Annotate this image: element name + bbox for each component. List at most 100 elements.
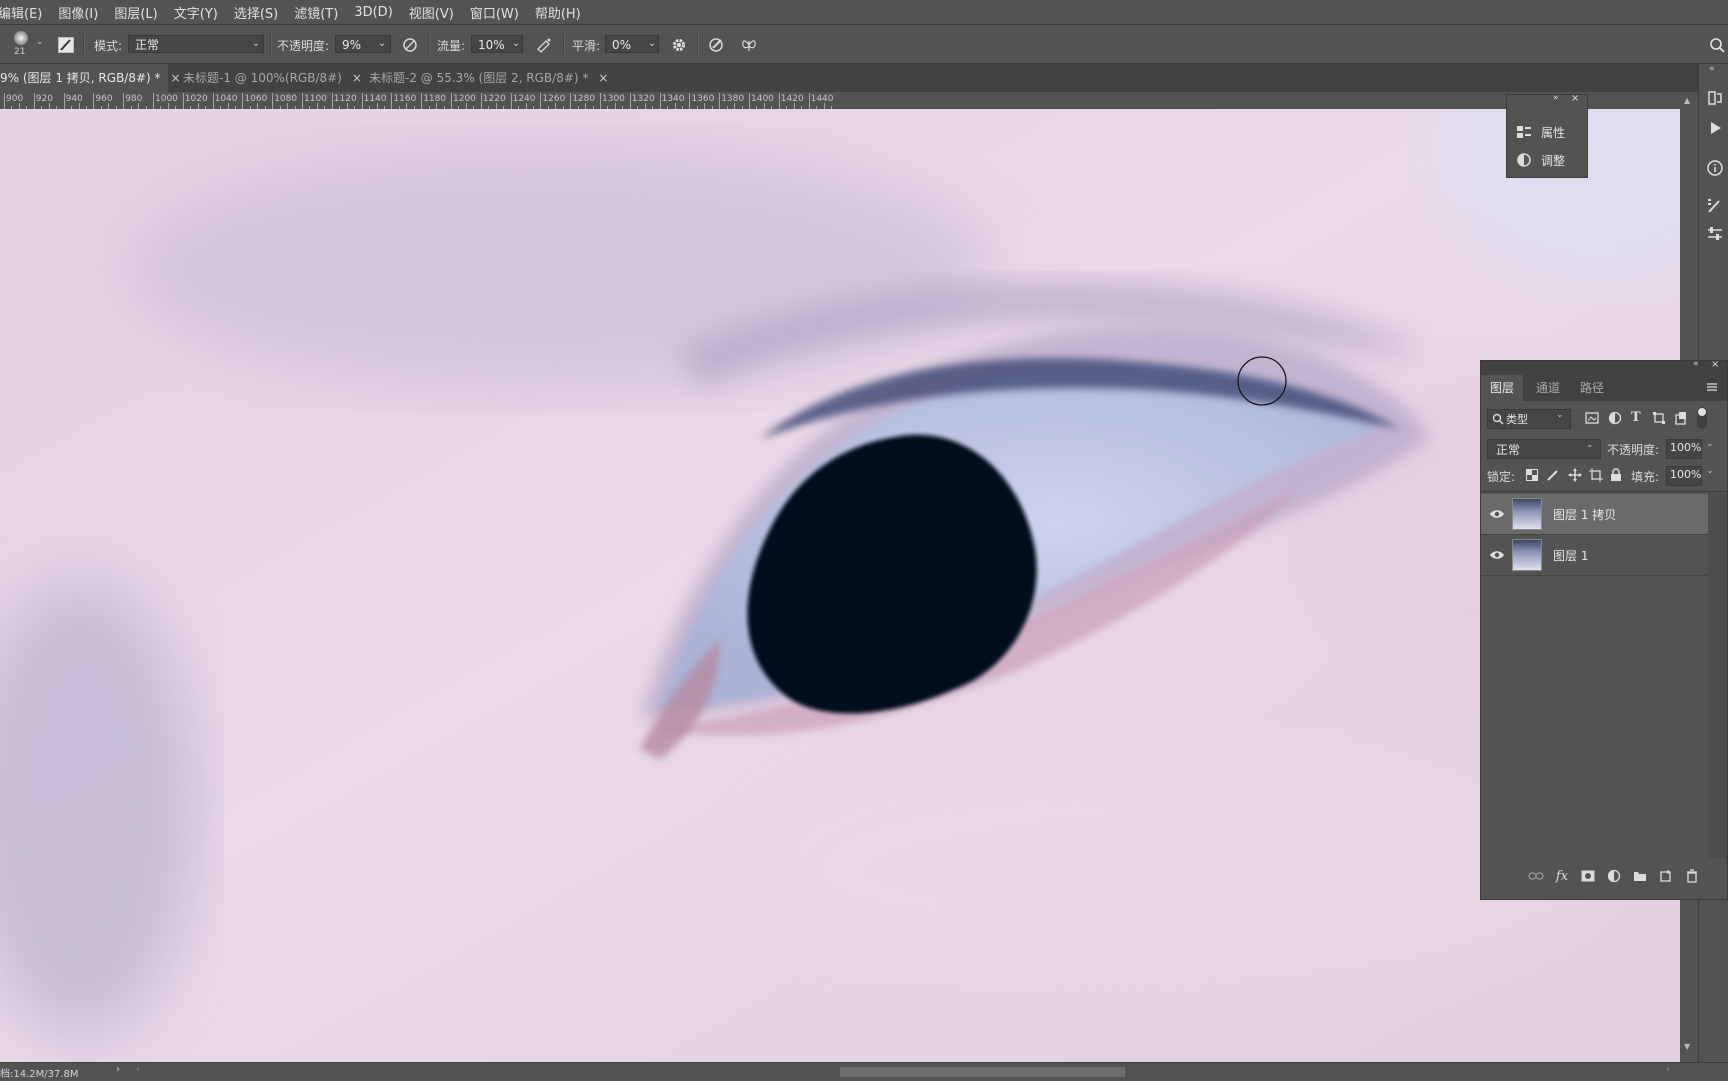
menu-filter[interactable]: 滤镜(T) (286, 3, 346, 22)
scroll-right-arrow[interactable]: › (1666, 1064, 1670, 1075)
lock-position-icon[interactable] (1568, 468, 1582, 485)
toggle-knob (1698, 408, 1706, 416)
chevron-down-icon[interactable]: ⌄ (508, 35, 524, 53)
brush-settings-toggle-icon[interactable] (57, 36, 75, 54)
tab-channels[interactable]: 通道 (1527, 375, 1569, 401)
pressure-size-icon[interactable] (707, 36, 725, 54)
ruler-label: 1400 (751, 94, 774, 104)
dock-collapse-icon[interactable]: « (1709, 64, 1715, 74)
eye-visibility-icon[interactable] (1489, 547, 1505, 563)
menu-window[interactable]: 窗口(W) (462, 3, 527, 22)
close-icon[interactable]: × (352, 71, 362, 85)
tab-label: 未标题-1 @ 100%(RGB/8#) (183, 71, 342, 85)
horizontal-scrollbar[interactable] (150, 1067, 1670, 1077)
new-layer-icon[interactable] (1653, 866, 1679, 886)
filter-shape-icon[interactable] (1652, 411, 1666, 428)
new-adjustment-layer-icon[interactable] (1601, 866, 1627, 886)
blend-mode-select[interactable]: 正常 ⌄ (1487, 439, 1601, 459)
close-icon[interactable]: × (598, 71, 608, 85)
pressure-opacity-icon[interactable] (401, 36, 419, 54)
chevron-down-icon[interactable]: ⌄ (1706, 466, 1714, 476)
tab-layers[interactable]: 图层 (1481, 375, 1524, 401)
filter-toggle-switch[interactable] (1697, 407, 1707, 429)
tab-paths[interactable]: 路径 (1571, 375, 1613, 401)
menu-help[interactable]: 帮助(H) (527, 3, 589, 22)
ruler-label: 980 (125, 94, 143, 104)
layer-name[interactable]: 图层 1 (1553, 547, 1588, 564)
layer-name[interactable]: 图层 1 拷贝 (1553, 506, 1616, 523)
ruler-label: 1440 (810, 94, 834, 104)
menu-type[interactable]: 文字(Y) (166, 3, 226, 22)
trash-icon[interactable] (1679, 866, 1705, 886)
layer-opacity-input[interactable]: 100% (1666, 439, 1702, 459)
filter-type-icon[interactable]: T (1631, 410, 1641, 425)
ruler-label: 1060 (244, 94, 268, 104)
actions-play-icon[interactable] (1705, 118, 1725, 138)
mode-select[interactable]: 正常 (128, 35, 264, 53)
status-menu-arrow-icon[interactable]: › (116, 1064, 120, 1075)
lock-image-pixels-icon[interactable] (1547, 469, 1559, 484)
menu-image[interactable]: 图像(I) (50, 3, 106, 22)
filter-adjustment-icon[interactable] (1608, 411, 1622, 428)
fill-input[interactable]: 100% (1666, 466, 1702, 486)
tab-document-active[interactable]: 9% (图层 1 拷贝, RGB/8#) * × (0, 64, 181, 92)
panel-menu-icon[interactable] (1705, 381, 1719, 396)
brush-tip-icon (14, 31, 28, 45)
close-icon[interactable]: × (1571, 93, 1579, 104)
ruler-label: 920 (35, 94, 53, 104)
scroll-down-arrow[interactable]: ▼ (1684, 1042, 1690, 1051)
menu-edit[interactable]: 编辑(E) (0, 3, 50, 22)
ruler-major-tick (480, 93, 482, 109)
search-icon[interactable] (1708, 36, 1726, 54)
chevron-down-icon[interactable]: ⌄ (374, 35, 390, 53)
history-icon[interactable] (1705, 88, 1725, 108)
properties-label: 属性 (1541, 125, 1566, 140)
menu-layer[interactable]: 图层(L) (106, 3, 165, 22)
properties-panel-button[interactable]: 属性 (1515, 121, 1565, 143)
ruler-major-tick (421, 93, 423, 109)
filter-pixel-icon[interactable] (1585, 411, 1599, 428)
lock-transparent-pixels-icon[interactable] (1526, 469, 1538, 484)
ruler-label: 1160 (393, 94, 417, 104)
chevron-down-icon[interactable]: ⌄ (644, 35, 660, 53)
fx-icon[interactable]: fx (1549, 866, 1575, 886)
menu-view[interactable]: 视图(V) (401, 3, 462, 22)
layer-row-layer-1-copy[interactable]: 图层 1 拷贝 (1481, 494, 1708, 534)
close-icon[interactable]: × (1711, 359, 1719, 370)
brush-preset-picker[interactable]: 21 ⌄ (8, 29, 44, 59)
new-group-folder-icon[interactable] (1627, 866, 1653, 886)
ruler-major-tick (242, 93, 244, 109)
layer-opacity-value: 100% (1670, 441, 1702, 454)
brush-settings-icon[interactable] (1705, 196, 1725, 216)
horizontal-scroll-thumb[interactable] (840, 1067, 1125, 1077)
ruler-label: 940 (65, 94, 83, 104)
menu-3d[interactable]: 3D(D) (346, 5, 400, 20)
add-mask-icon[interactable] (1575, 866, 1601, 886)
tab-document-untitled-1[interactable]: 未标题-1 @ 100%(RGB/8#) × (183, 64, 362, 92)
tab-document-untitled-2[interactable]: 未标题-2 @ 55.3% (图层 2, RGB/8#) * × (369, 64, 608, 92)
brushes-sliders-icon[interactable] (1705, 224, 1725, 244)
menu-select[interactable]: 选择(S) (226, 3, 286, 22)
symmetry-butterfly-icon[interactable] (740, 36, 758, 54)
panel-collapse-icon[interactable]: » (1553, 93, 1559, 103)
lock-artboard-icon[interactable] (1589, 468, 1603, 485)
document-canvas[interactable] (0, 109, 1680, 1062)
horizontal-ruler[interactable]: 900 920 940 960 980 1000 1020 1040 1060 1080 1100 1… (0, 92, 1680, 110)
layer-filter-select[interactable]: 类型 ⌄ (1487, 409, 1571, 429)
filter-smart-object-icon[interactable] (1674, 411, 1688, 428)
layers-scrollbar[interactable] (1708, 492, 1727, 858)
layer-row-layer-1[interactable]: 图层 1 (1481, 535, 1708, 575)
opacity-label: 不透明度: (277, 39, 330, 53)
adjustments-panel-button[interactable]: 调整 (1515, 149, 1565, 171)
lock-all-icon[interactable] (1610, 468, 1622, 485)
scroll-left-arrow[interactable]: ‹ (136, 1064, 140, 1075)
scroll-up-arrow[interactable]: ▲ (1684, 96, 1690, 105)
close-icon[interactable]: × (171, 71, 181, 85)
panel-collapse-icon[interactable]: « (1693, 359, 1699, 369)
chevron-down-icon[interactable]: ⌄ (1706, 439, 1714, 449)
eye-visibility-icon[interactable] (1489, 506, 1505, 522)
gear-icon[interactable] (670, 36, 688, 54)
info-icon[interactable] (1705, 158, 1725, 178)
airbrush-icon[interactable] (535, 36, 553, 54)
link-layers-icon[interactable] (1523, 866, 1549, 886)
